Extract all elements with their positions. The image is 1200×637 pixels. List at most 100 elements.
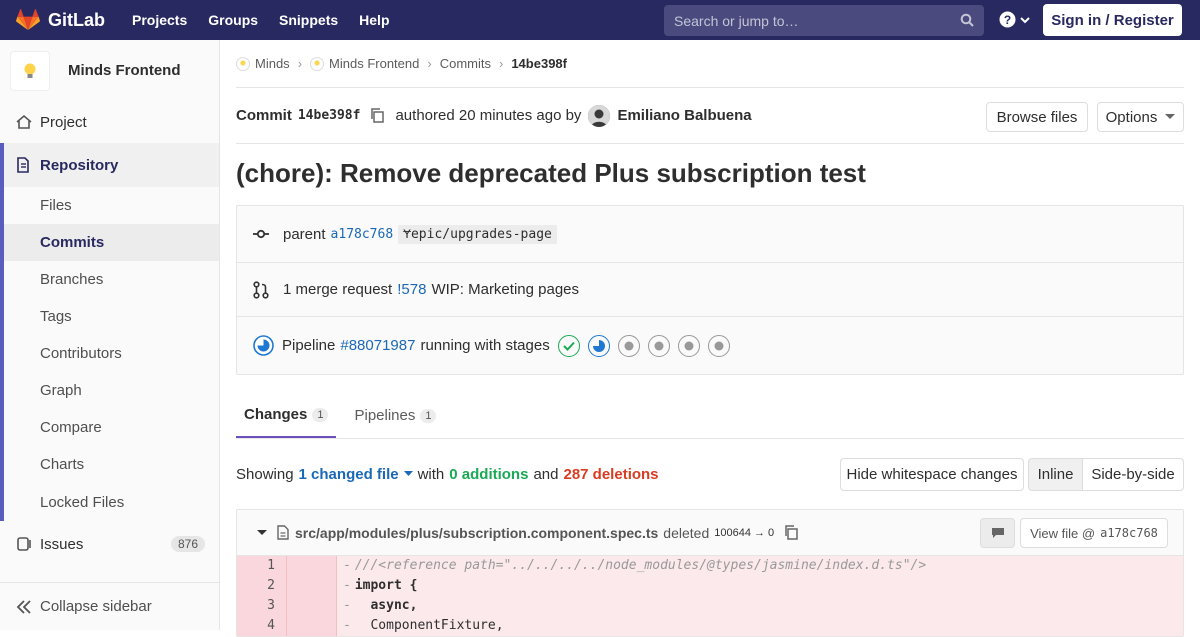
sidebar-item-compare[interactable]: Compare [4,409,219,446]
side-by-side-button[interactable]: Side-by-side [1082,458,1184,491]
line-number[interactable]: 4 [237,616,287,636]
parent-sha-link[interactable]: a178c768 [331,227,394,242]
browse-files-button[interactable]: Browse files [986,102,1088,132]
sidebar-item-repository[interactable]: Repository [4,143,219,187]
collapse-sidebar-button[interactable]: Collapse sidebar [0,582,219,630]
sidebar-item-project[interactable]: Project [0,101,219,143]
view-file-label: View file @ [1030,525,1096,541]
merge-request-link[interactable]: !578 [397,281,426,298]
sidebar-item-tags[interactable]: Tags [4,298,219,335]
copy-icon [785,525,798,540]
nav-snippets[interactable]: Snippets [279,12,338,28]
code-text: ComponentFixture, [354,618,504,633]
commit-icon [253,229,273,239]
copy-sha-button[interactable] [370,108,385,123]
lightbulb-icon [24,63,36,78]
sidebar-item-contributors[interactable]: Contributors [4,335,219,372]
stage-created-icon[interactable] [707,334,730,357]
author-avatar[interactable] [588,104,611,127]
line-number[interactable]: 1 [237,556,287,576]
collapse-sidebar-label: Collapse sidebar [40,598,152,615]
sidebar-item-commits[interactable]: Commits [4,224,219,261]
options-dropdown[interactable]: Options [1097,102,1184,132]
line-number[interactable]: 2 [237,576,287,596]
parent-row: parent a178c768 Ɏepic/upgrades-page [237,206,1183,263]
double-chevron-left-icon [16,599,31,614]
pipeline-running-icon[interactable] [253,335,274,356]
commit-title: (chore): Remove deprecated Plus subscrip… [236,158,866,188]
commit-sha: 14be398f [297,108,361,123]
changed-files-label: 1 changed file [298,465,399,483]
nav-help[interactable]: Help [359,12,389,28]
hide-whitespace-button[interactable]: Hide whitespace changes [840,458,1024,491]
breadcrumb-minds[interactable]: Minds [255,56,290,71]
sidebar-project-header[interactable]: Minds Frontend [0,40,219,101]
stage-success-icon[interactable] [557,334,580,357]
nav-groups[interactable]: Groups [208,12,258,28]
commit-label: Commit [236,107,292,124]
tab-changes[interactable]: Changes 1 [236,393,337,438]
stage-created-icon[interactable] [617,334,640,357]
with-text: with [417,465,445,483]
commit-tabs: Changes 1 Pipelines 1 [236,375,1184,439]
nav-projects[interactable]: Projects [132,12,187,28]
pipeline-link[interactable]: #88071987 [340,337,415,354]
file-path[interactable]: src/app/modules/plus/subscription.compon… [295,525,658,541]
question-circle-icon: ? [999,11,1016,28]
code-line: 4 - ComponentFixture, [237,616,1183,636]
parent-label: parent [283,225,326,243]
authored-text: authored 20 minutes ago by [395,107,582,124]
sidebar-item-branches[interactable]: Branches [4,261,219,298]
branch-name: epic/upgrades-page [410,226,552,242]
merge-request-row: 1 merge request !578 WIP: Marketing page… [237,263,1183,317]
code-text: async, [354,598,418,613]
author-name[interactable]: Emiliano Balbuena [617,107,751,124]
caret-down-icon [1165,114,1176,119]
breadcrumb-commits[interactable]: Commits [440,56,491,71]
tab-label: Changes [244,406,308,423]
new-line-number [287,576,337,596]
copy-path-button[interactable] [784,525,799,540]
gitlab-logo[interactable]: GitLab [16,9,105,31]
breadcrumb-current: 14be398f [511,56,567,71]
sidebar-item-files[interactable]: Files [4,187,219,224]
main-content: Minds › Minds Frontend › Commits › 14be3… [236,40,1184,637]
brand-name: GitLab [48,9,105,30]
top-navbar: GitLab Projects Groups Snippets Help ? S… [0,0,1200,40]
tab-pipelines[interactable]: Pipelines 1 [346,393,444,438]
project-name: Minds Frontend [68,62,181,79]
breadcrumb-separator: › [297,56,303,71]
sidebar-item-locked-files[interactable]: Locked Files [4,483,219,521]
inline-view-button[interactable]: Inline [1028,458,1083,491]
code-line: 2 - import { [237,576,1183,596]
code-text: import { [354,578,418,593]
tab-count: 1 [312,407,329,422]
code-line: 3 - async, [237,596,1183,616]
copy-icon [371,108,385,123]
branch-icon: Ɏ [403,226,411,242]
stage-running-icon[interactable] [587,334,610,357]
code-text: ///<reference path="../../../../node_mod… [354,558,927,573]
sidebar-item-charts[interactable]: Charts [4,446,219,483]
commit-header: Commit 14be398f authored 20 minutes ago … [236,88,1184,144]
collapse-caret-icon[interactable] [257,529,267,536]
branch-chip[interactable]: Ɏepic/upgrades-page [398,224,557,244]
sign-in-button[interactable]: Sign in / Register [1043,4,1182,36]
line-number[interactable]: 3 [237,596,287,616]
changed-files-dropdown[interactable]: 1 changed file [299,466,413,483]
diff-file: src/app/modules/plus/subscription.compon… [236,509,1184,637]
group-avatar-icon [236,56,250,71]
view-file-button[interactable]: View file @ a178c768 [1020,518,1168,548]
and-text: and [533,465,559,483]
stage-created-icon[interactable] [647,334,670,357]
search-box[interactable] [664,5,984,36]
sidebar-item-graph[interactable]: Graph [4,372,219,409]
search-input[interactable] [674,12,954,29]
comment-toggle-button[interactable] [980,518,1015,548]
help-dropdown[interactable]: ? [999,11,1031,28]
options-label: Options [1105,108,1158,126]
breadcrumb-minds-frontend[interactable]: Minds Frontend [329,56,419,71]
sidebar-item-issues[interactable]: Issues 876 [0,523,219,565]
stage-created-icon[interactable] [677,334,700,357]
pipeline-row: Pipeline #88071987 running with stages [237,317,1183,374]
